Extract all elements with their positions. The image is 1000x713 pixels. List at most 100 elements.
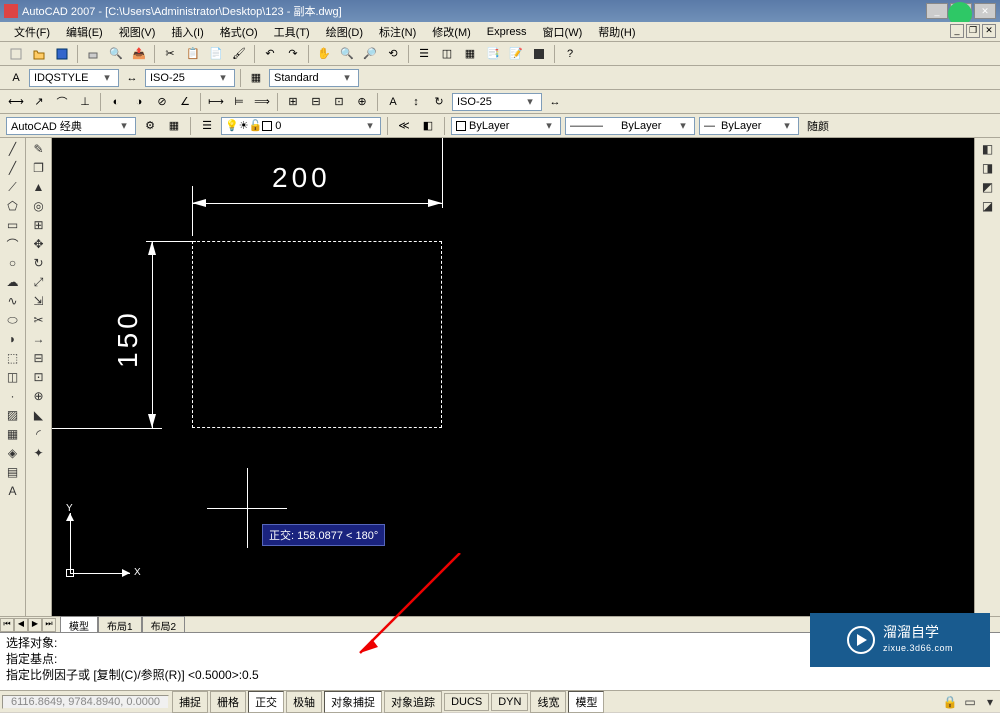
hatch-button[interactable]: ▨ bbox=[3, 406, 23, 424]
status-snap[interactable]: 捕捉 bbox=[172, 691, 208, 713]
color-combo[interactable]: ByLayer▾ bbox=[451, 117, 561, 135]
tab-last-button[interactable]: ⏭ bbox=[42, 618, 56, 632]
extend-button[interactable]: → bbox=[29, 330, 49, 348]
trim-button[interactable]: ✂ bbox=[29, 311, 49, 329]
status-osnap[interactable]: 对象捕捉 bbox=[324, 691, 382, 713]
dim-center-button[interactable]: ⊕ bbox=[352, 92, 372, 112]
zoom-prev-button[interactable]: ⟲ bbox=[383, 44, 403, 64]
break-button[interactable]: ⊡ bbox=[29, 368, 49, 386]
array-button[interactable]: ⊞ bbox=[29, 216, 49, 234]
fillet-button[interactable]: ◜ bbox=[29, 425, 49, 443]
mtext-button[interactable]: A bbox=[3, 482, 23, 500]
table-style-icon[interactable]: ▦ bbox=[246, 68, 266, 88]
dim-quick-button[interactable]: ⟼ bbox=[206, 92, 226, 112]
dim-break-button[interactable]: ⊟ bbox=[306, 92, 326, 112]
cut-button[interactable]: ✂ bbox=[160, 44, 180, 64]
publish-button[interactable]: 📤 bbox=[129, 44, 149, 64]
status-tray-1[interactable]: 🔒 bbox=[940, 693, 960, 711]
menu-window[interactable]: 窗口(W) bbox=[537, 22, 589, 42]
revcloud-button[interactable]: ☁ bbox=[3, 273, 23, 291]
mirror-button[interactable]: ▲ bbox=[29, 178, 49, 196]
status-lwt[interactable]: 线宽 bbox=[530, 691, 566, 713]
status-polar[interactable]: 极轴 bbox=[286, 691, 322, 713]
tab-first-button[interactable]: ⏮ bbox=[0, 618, 14, 632]
dim-edit-button[interactable]: A bbox=[383, 92, 403, 112]
sheet-set-button[interactable]: 📑 bbox=[483, 44, 503, 64]
dim-diameter-button[interactable]: ⊘ bbox=[152, 92, 172, 112]
dim-style-combo2[interactable]: ISO-25▾ bbox=[452, 93, 542, 111]
chamfer-button[interactable]: ◣ bbox=[29, 406, 49, 424]
tab-prev-button[interactable]: ◀ bbox=[14, 618, 28, 632]
scale-button[interactable]: ⤢ bbox=[29, 273, 49, 291]
zoom-rt-button[interactable]: 🔍 bbox=[337, 44, 357, 64]
dim-style-combo[interactable]: ISO-25▾ bbox=[145, 69, 235, 87]
workspace-save-button[interactable]: ▦ bbox=[164, 116, 184, 136]
layer-props-button[interactable]: ☰ bbox=[197, 116, 217, 136]
region-button[interactable]: ◈ bbox=[3, 444, 23, 462]
line-button[interactable]: ╱ bbox=[3, 140, 23, 158]
mdi-minimize-button[interactable]: _ bbox=[950, 24, 964, 38]
status-tray-3[interactable]: ▾ bbox=[980, 693, 1000, 711]
mdi-close-button[interactable]: ✕ bbox=[982, 24, 996, 38]
status-ducs[interactable]: DUCS bbox=[444, 693, 489, 711]
menu-format[interactable]: 格式(O) bbox=[214, 22, 264, 42]
menu-tools[interactable]: 工具(T) bbox=[268, 22, 316, 42]
dim-jogged-button[interactable]: ◑ bbox=[129, 92, 149, 112]
status-ortho[interactable]: 正交 bbox=[248, 691, 284, 713]
right-btn-3[interactable]: ◩ bbox=[978, 178, 998, 196]
make-block-button[interactable]: ◫ bbox=[3, 368, 23, 386]
dim-tolerance-button[interactable]: ⊡ bbox=[329, 92, 349, 112]
polygon-button[interactable]: ⬠ bbox=[3, 197, 23, 215]
status-tray-2[interactable]: ▭ bbox=[960, 693, 980, 711]
explode-button[interactable]: ✦ bbox=[29, 444, 49, 462]
linetype-combo[interactable]: ———ByLayer▾ bbox=[565, 117, 695, 135]
point-button[interactable]: · bbox=[3, 387, 23, 405]
dim-linear-button[interactable]: ⟷ bbox=[6, 92, 26, 112]
cmd-input[interactable] bbox=[242, 667, 302, 683]
workspace-settings-button[interactable]: ⚙ bbox=[140, 116, 160, 136]
calc-button[interactable] bbox=[529, 44, 549, 64]
status-otrack[interactable]: 对象追踪 bbox=[384, 691, 442, 713]
tab-layout2[interactable]: 布局2 bbox=[142, 616, 186, 634]
dim-tedit-button[interactable]: ↕ bbox=[406, 92, 426, 112]
table-style-combo[interactable]: Standard▾ bbox=[269, 69, 359, 87]
paste-button[interactable]: 📄 bbox=[206, 44, 226, 64]
text-style-combo[interactable]: IDQSTYLE▾ bbox=[29, 69, 119, 87]
menu-express[interactable]: Express bbox=[481, 24, 533, 40]
help-button[interactable]: ? bbox=[560, 44, 580, 64]
right-btn-1[interactable]: ◧ bbox=[978, 140, 998, 158]
right-btn-2[interactable]: ◨ bbox=[978, 159, 998, 177]
menu-file[interactable]: 文件(F) bbox=[8, 22, 56, 42]
ellipse-arc-button[interactable]: ◗ bbox=[3, 330, 23, 348]
menu-draw[interactable]: 绘图(D) bbox=[320, 22, 369, 42]
menu-dimension[interactable]: 标注(N) bbox=[373, 22, 422, 42]
break-point-button[interactable]: ⊟ bbox=[29, 349, 49, 367]
rotate-button[interactable]: ↻ bbox=[29, 254, 49, 272]
open-button[interactable] bbox=[29, 44, 49, 64]
lineweight-combo[interactable]: —ByLayer▾ bbox=[699, 117, 799, 135]
menu-modify[interactable]: 修改(M) bbox=[426, 22, 477, 42]
pline-button[interactable]: ⟋ bbox=[3, 178, 23, 196]
menu-insert[interactable]: 插入(I) bbox=[165, 22, 209, 42]
drawing-canvas[interactable]: 200 150 正交: 158.0877 < 180° Y X bbox=[52, 138, 1000, 616]
right-btn-4[interactable]: ◪ bbox=[978, 197, 998, 215]
ellipse-button[interactable]: ⬭ bbox=[3, 311, 23, 329]
mdi-restore-button[interactable]: ❐ bbox=[966, 24, 980, 38]
tab-model[interactable]: 模型 bbox=[60, 616, 98, 634]
copy-obj-button[interactable]: ❐ bbox=[29, 159, 49, 177]
zoom-win-button[interactable]: 🔎 bbox=[360, 44, 380, 64]
match-prop-button[interactable]: 🖌 bbox=[229, 44, 249, 64]
undo-button[interactable]: ↶ bbox=[260, 44, 280, 64]
tool-palette-button[interactable]: ▦ bbox=[460, 44, 480, 64]
offset-button[interactable]: ◎ bbox=[29, 197, 49, 215]
dim-ordinate-button[interactable]: ⊥ bbox=[75, 92, 95, 112]
menu-help[interactable]: 帮助(H) bbox=[592, 22, 641, 42]
move-button[interactable]: ✥ bbox=[29, 235, 49, 253]
pan-button[interactable]: ✋ bbox=[314, 44, 334, 64]
copy-button[interactable]: 📋 bbox=[183, 44, 203, 64]
dim-arc-button[interactable]: ⌒ bbox=[52, 92, 72, 112]
close-button[interactable]: ✕ bbox=[974, 3, 996, 19]
circle-button[interactable]: ○ bbox=[3, 254, 23, 272]
save-button[interactable] bbox=[52, 44, 72, 64]
table-button[interactable]: ▤ bbox=[3, 463, 23, 481]
